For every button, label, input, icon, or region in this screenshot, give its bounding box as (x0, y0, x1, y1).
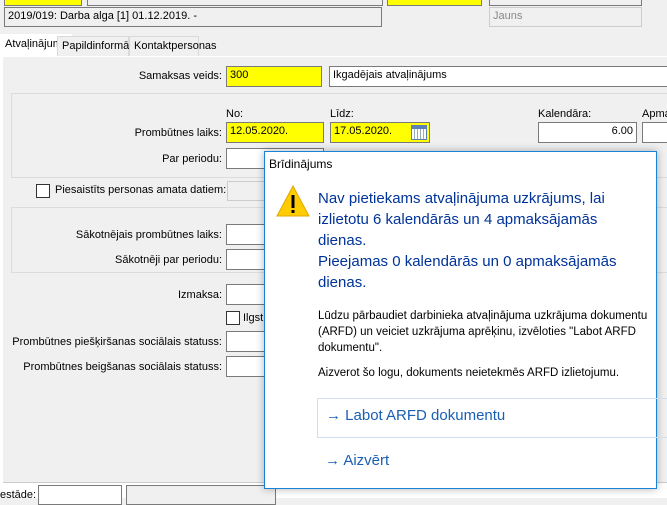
edit-arfd-label: Labot ARFD dokumentu (345, 407, 506, 424)
warning-icon (276, 185, 310, 217)
bottom-label: estāde: (0, 489, 37, 501)
linked-field[interactable] (227, 181, 267, 201)
payout-input[interactable] (226, 284, 266, 305)
status-field: Jauns (489, 7, 642, 27)
calendar-icon[interactable] (411, 125, 427, 140)
payout-label: Izmaksa: (177, 289, 222, 301)
to-label: Līdz: (330, 108, 354, 120)
close-button[interactable]: → Aizvērt (317, 444, 667, 477)
dialog-title: Brīdinājums (269, 157, 333, 171)
top-field-4[interactable] (489, 0, 642, 6)
arrow-right-icon: → (326, 407, 346, 424)
arrow-right-icon: → (325, 452, 344, 469)
orig-absence-input[interactable] (226, 224, 266, 245)
bottom-input[interactable] (38, 485, 122, 505)
dialog-note-text: Aizverot šo logu, dokuments neietekmēs A… (318, 367, 620, 379)
payment-type-code-input[interactable]: 300 (226, 66, 322, 87)
end-status-label: Prombūtnes beigšanas sociālais statuss: (23, 361, 222, 373)
dialog-available-message: Pieejamas 0 kalendārās un 0 apmaksājamās… (318, 253, 617, 291)
tab-papildinformacija[interactable]: Papildinformācija (57, 36, 146, 56)
edit-arfd-button[interactable]: → Labot ARFD dokumentu (317, 398, 667, 438)
calendar-label: Kalendāra: (538, 108, 592, 120)
document-field: 2019/019: Darba alga [1] 01.12.2019. - (4, 7, 382, 27)
tab-kontaktpersonas[interactable]: Kontaktpersonas (129, 36, 217, 56)
payment-type-name-field: Ikgadējais atvaļinājums (329, 66, 667, 87)
dialog-body-text: Lūdzu pārbaudiet darbinieka atvaļinājuma… (318, 310, 648, 354)
absence-label: Prombūtnes laiks: (134, 127, 222, 139)
bottom-field-2 (126, 485, 276, 505)
start-status-input[interactable] (226, 331, 266, 352)
top-field-1[interactable] (4, 0, 82, 6)
dialog-main-message: Nav pietiekams atvaļinājuma uzkrājums, l… (318, 190, 605, 249)
orig-absence-label: Sākotnējais prombūtnes laiks: (75, 229, 222, 241)
end-status-input[interactable] (226, 356, 266, 377)
warning-dialog: Brīdinājums Nav pietiekams atvaļinājuma … (264, 151, 667, 489)
linked-label: Piesaistīts personas amata datiem: (55, 184, 227, 196)
period-label: Par periodu: (162, 153, 222, 165)
paid-days-field[interactable] (642, 122, 667, 143)
long-label: Ilgst (243, 312, 264, 324)
top-field-3[interactable] (387, 0, 482, 6)
paid-label: Apma (642, 108, 667, 120)
from-label: No: (226, 108, 244, 120)
linked-checkbox[interactable] (36, 184, 50, 198)
top-field-2[interactable] (87, 0, 383, 6)
calendar-days-field[interactable]: 6.00 (538, 122, 637, 143)
orig-period-input[interactable] (226, 249, 266, 270)
start-status-label: Prombūtnes piešķiršanas sociālais status… (12, 336, 222, 348)
absence-from-input[interactable]: 12.05.2020. (226, 122, 324, 143)
long-checkbox[interactable] (226, 311, 240, 325)
orig-period-label: Sākotnēji par periodu: (114, 254, 222, 266)
close-label: Aizvērt (343, 452, 390, 469)
payment-type-label: Samaksas veids: (138, 70, 222, 82)
